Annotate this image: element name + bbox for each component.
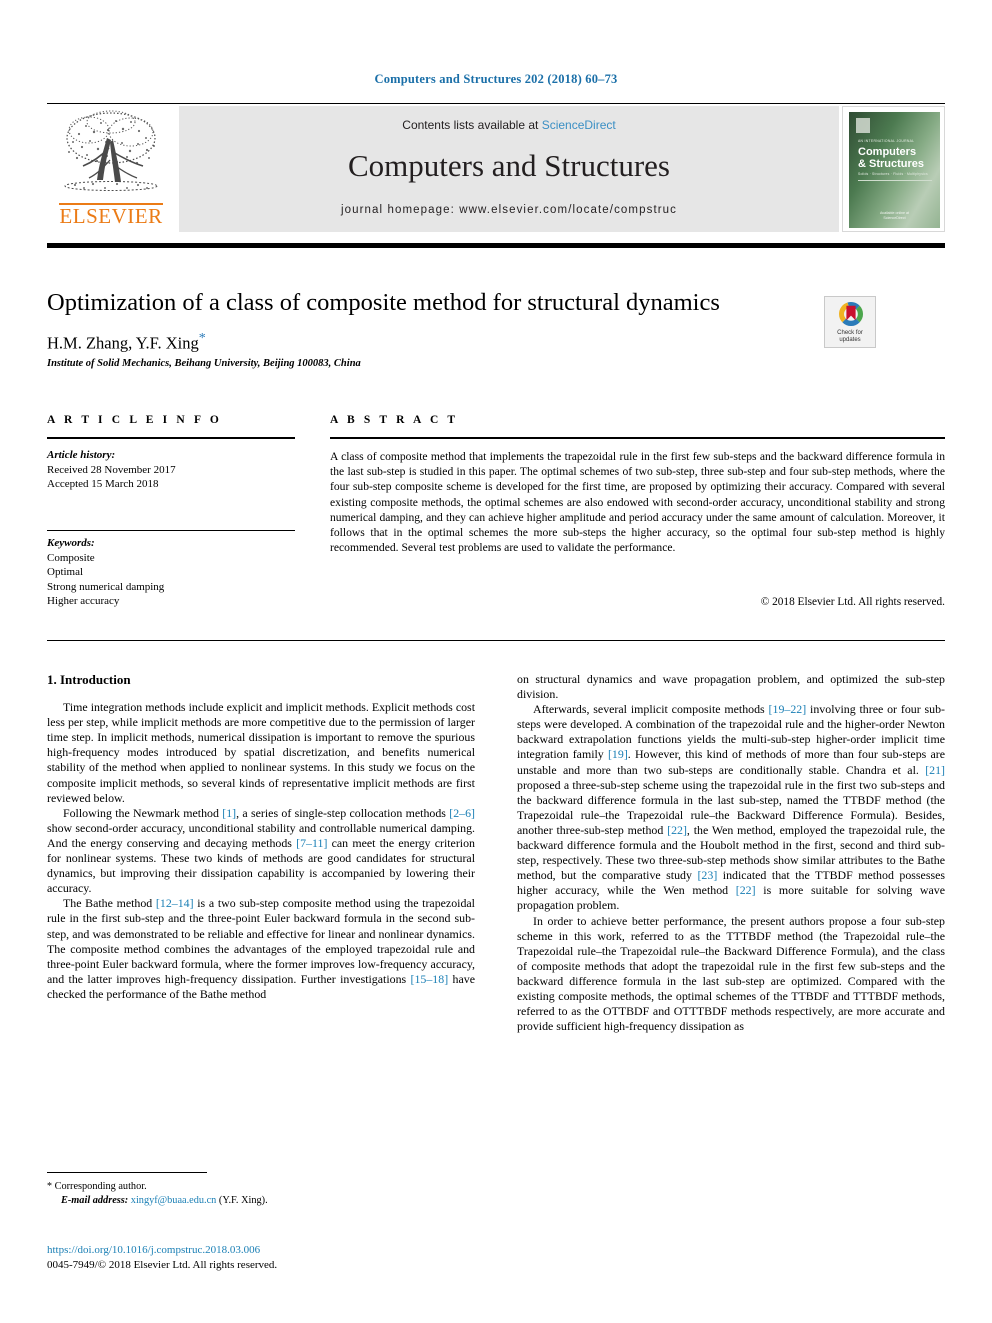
crossmark-badge[interactable]: Check for updates — [824, 296, 876, 348]
body-column-right: on structural dynamics and wave propagat… — [517, 672, 945, 1034]
article-info-heading: A R T I C L E I N F O — [47, 414, 222, 426]
article-history-block: Article history: Received 28 November 20… — [47, 448, 295, 492]
affiliation: Institute of Solid Mechanics, Beihang Un… — [47, 358, 361, 369]
keyword-item: Higher accuracy — [47, 595, 120, 607]
abstract-heading: A B S T R A C T — [330, 414, 459, 426]
citation-link[interactable]: [19–22] — [769, 702, 807, 716]
keyword-item: Optimal — [47, 566, 84, 578]
email-line: E-mail address: xingyf@buaa.edu.cn (Y.F.… — [47, 1194, 475, 1208]
abstract-text: A class of composite method that impleme… — [330, 450, 945, 555]
cover-subtitle: Solids · Structures · Fluids · Multiphys… — [858, 172, 928, 176]
journal-homepage-link[interactable]: journal homepage: www.elsevier.com/locat… — [179, 204, 839, 216]
corresponding-author-marker: * — [198, 331, 206, 346]
citation-link[interactable]: [2–6] — [449, 806, 475, 820]
paragraph: Afterwards, several implicit composite m… — [517, 702, 946, 913]
paragraph: on structural dynamics and wave propagat… — [517, 672, 945, 702]
cover-title-line2: & Structures — [858, 158, 925, 170]
citation-link[interactable]: [1] — [222, 806, 236, 820]
journal-masthead: ELSEVIER Contents lists available at Sci… — [47, 106, 945, 232]
running-head: Computers and Structures 202 (2018) 60–7… — [374, 72, 618, 86]
cover-divider — [858, 180, 932, 181]
masthead-bottom-bar — [47, 243, 945, 248]
paragraph: Following the Newmark method [1], a seri… — [47, 805, 475, 896]
corresponding-author-note: * Corresponding author. — [47, 1180, 475, 1194]
cover-artwork: AN INTERNATIONAL JOURNAL Computers & Stru… — [849, 112, 940, 228]
citation-link[interactable]: [19] — [608, 747, 628, 761]
citation-link[interactable]: [22] — [736, 883, 756, 897]
cover-footer-line2: ScienceDirect — [883, 216, 906, 220]
author-names: H.M. Zhang, Y.F. Xing — [47, 333, 199, 353]
cover-title: Computers & Structures — [858, 146, 938, 170]
page-title: Optimization of a class of composite met… — [47, 289, 720, 316]
citation-link[interactable]: [12–14] — [156, 896, 194, 910]
contents-prefix: Contents lists available at — [402, 118, 542, 132]
elsevier-logo: ELSEVIER — [47, 106, 175, 232]
cover-title-line1: Computers — [858, 146, 917, 158]
cover-elsevier-icon — [856, 118, 870, 133]
author-list: H.M. Zhang, Y.F. Xing* — [47, 331, 747, 354]
journal-title: Computers and Structures — [347, 148, 670, 183]
body-column-left: 1. Introduction Time integration methods… — [47, 672, 475, 1002]
email-label: E-mail address: — [61, 1194, 129, 1206]
abstract-copyright: © 2018 Elsevier Ltd. All rights reserved… — [760, 596, 945, 608]
abstract-rule — [330, 437, 945, 439]
doi-link[interactable]: https://doi.org/10.1016/j.compstruc.2018… — [47, 1243, 475, 1258]
footnote-rule — [47, 1172, 207, 1173]
article-history-label: Article history: — [47, 449, 116, 461]
keywords-label: Keywords: — [47, 537, 95, 549]
citation-link[interactable]: [22] — [667, 823, 687, 837]
footnote-block: * Corresponding author. E-mail address: … — [47, 1180, 475, 1207]
masthead-center-panel: Contents lists available at ScienceDirec… — [179, 106, 839, 232]
cover-footer: Available online at ScienceDirect — [849, 211, 940, 221]
issn-copyright: 0045-7949/© 2018 Elsevier Ltd. All right… — [47, 1258, 278, 1271]
keywords-block: Keywords: Composite Optimal Strong numer… — [47, 536, 295, 609]
email-owner: (Y.F. Xing). — [218, 1194, 268, 1206]
paragraph: In order to achieve better performance, … — [517, 913, 945, 1034]
keyword-item: Composite — [47, 551, 95, 564]
crossmark-logo-icon — [838, 301, 864, 327]
cover-kicker: AN INTERNATIONAL JOURNAL — [858, 139, 915, 143]
email-link[interactable]: xingyf@buaa.edu.cn — [131, 1195, 217, 1206]
doi-block: https://doi.org/10.1016/j.compstruc.2018… — [47, 1243, 475, 1272]
paragraph: Time integration methods include explici… — [47, 700, 475, 805]
elsevier-wordmark: ELSEVIER — [59, 204, 163, 228]
citation-link[interactable]: [21] — [925, 763, 945, 777]
keywords-rule — [47, 530, 295, 531]
contents-lists-line: Contents lists available at ScienceDirec… — [179, 118, 839, 132]
accepted-date: Accepted 15 March 2018 — [47, 478, 159, 490]
received-date: Received 28 November 2017 — [47, 463, 176, 476]
sciencedirect-link[interactable]: ScienceDirect — [542, 118, 616, 132]
keyword-item: Strong numerical damping — [47, 580, 165, 593]
elsevier-tree-icon — [64, 110, 158, 191]
journal-cover-thumbnail: AN INTERNATIONAL JOURNAL Computers & Stru… — [842, 106, 945, 232]
citation-link[interactable]: [23] — [697, 868, 717, 882]
footnote-marker: * — [47, 1181, 52, 1192]
corresponding-author-text: Corresponding author. — [54, 1181, 147, 1192]
masthead-top-rule — [47, 103, 945, 104]
cover-footer-line1: Available online at — [879, 211, 910, 215]
article-info-rule — [47, 437, 295, 439]
paper-page: Computers and Structures 202 (2018) 60–7… — [0, 0, 992, 1323]
abstract-bottom-rule — [47, 640, 945, 641]
section-heading-introduction: 1. Introduction — [47, 672, 131, 687]
crossmark-label-line2: updates — [839, 337, 861, 343]
paragraph: The Bathe method [12–14] is a two sub-st… — [47, 896, 475, 1001]
citation-link[interactable]: [15–18] — [411, 972, 449, 986]
crossmark-label-line1: Check for — [837, 330, 863, 336]
crossmark-label: Check for updates — [825, 330, 875, 344]
citation-link[interactable]: [7–11] — [296, 836, 327, 850]
